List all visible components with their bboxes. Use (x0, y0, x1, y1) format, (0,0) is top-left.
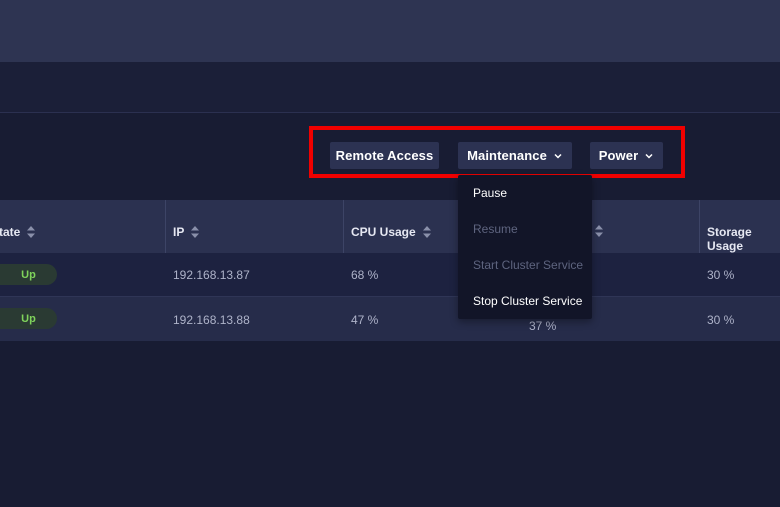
table-row[interactable]: Up 192.168.13.87 68 % 30 % (0, 253, 780, 297)
column-header-storage-usage[interactable]: Storage Usage (707, 225, 780, 253)
column-divider (165, 200, 166, 253)
storage-usage-cell: 30 % (707, 268, 735, 282)
memory-usage-cell: 37 % (529, 319, 557, 333)
storage-usage-cell: 30 % (707, 313, 735, 327)
top-bar (0, 0, 780, 62)
maintenance-dropdown-menu: Pause Resume Start Cluster Service Stop … (458, 175, 592, 319)
column-header-ip[interactable]: IP (173, 225, 200, 239)
sub-header-bar (0, 62, 780, 113)
status-badge: Up (0, 264, 57, 285)
column-divider (343, 200, 344, 253)
ip-cell: 192.168.13.88 (173, 313, 250, 327)
menu-item-start-cluster-service[interactable]: Start Cluster Service (473, 258, 583, 272)
table-row[interactable]: Up 192.168.13.88 47 % 37 % 30 % (0, 297, 780, 341)
column-divider (699, 200, 700, 253)
column-header-cpu-usage[interactable]: CPU Usage (351, 225, 431, 239)
cpu-usage-cell: 47 % (351, 313, 379, 327)
status-badge: Up (0, 308, 57, 329)
menu-item-resume[interactable]: Resume (473, 222, 518, 236)
highlight-box (309, 126, 685, 178)
column-header-state[interactable]: tate (0, 225, 36, 239)
ip-cell: 192.168.13.87 (173, 268, 250, 282)
menu-item-pause[interactable]: Pause (473, 186, 507, 200)
cpu-usage-cell: 68 % (351, 268, 379, 282)
sort-icon (595, 225, 603, 237)
sort-icon (27, 226, 36, 238)
sort-icon (191, 226, 200, 238)
sort-icon (422, 226, 431, 238)
menu-item-stop-cluster-service[interactable]: Stop Cluster Service (473, 294, 582, 308)
